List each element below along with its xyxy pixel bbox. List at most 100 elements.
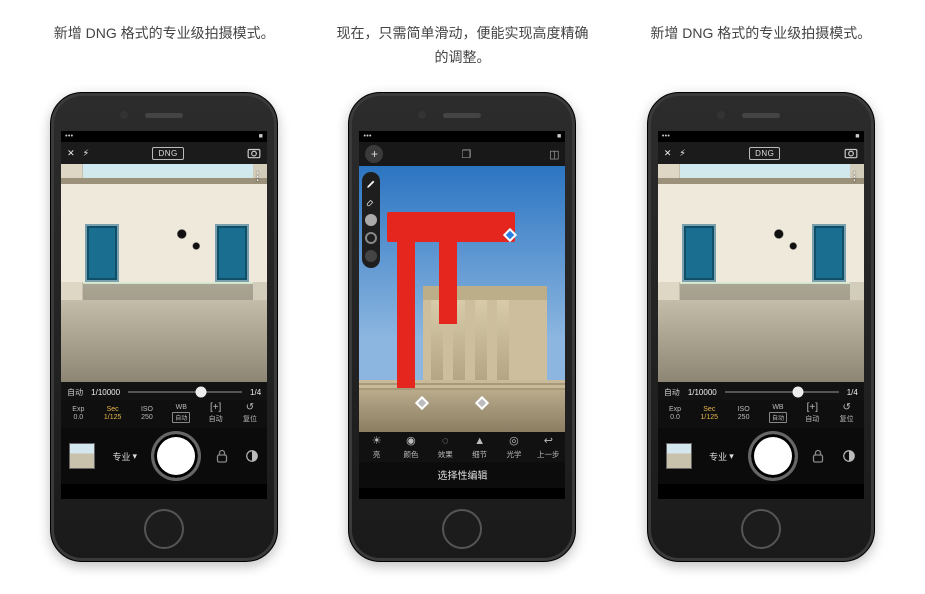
undo-icon: ↩ bbox=[544, 436, 553, 447]
last-photo-thumbnail[interactable] bbox=[69, 443, 95, 469]
mode-selector[interactable]: 专业 ▾ bbox=[113, 450, 138, 463]
color-icon: ◉ bbox=[406, 436, 416, 447]
param-reset[interactable]: ↺复位 bbox=[829, 400, 863, 428]
caption-middle: 现在，只需简单滑动，便能实现高度精确的调整。 bbox=[332, 22, 592, 76]
sun-icon: ☀ bbox=[372, 436, 382, 447]
mask-dot-ring-icon[interactable] bbox=[365, 232, 377, 244]
param-wb[interactable]: WB自动 bbox=[761, 400, 795, 428]
overflow-icon[interactable]: ⋮ bbox=[849, 170, 860, 183]
chevron-down-icon: ▾ bbox=[133, 451, 138, 462]
slider-max-value: 1/4 bbox=[847, 388, 858, 397]
mask-dot-solid-icon[interactable] bbox=[365, 214, 377, 226]
tab-optics[interactable]: ◎光学 bbox=[497, 436, 531, 460]
camera-bottom-bar: 专业 ▾ bbox=[658, 428, 864, 484]
param-exp[interactable]: Exp 0.0 bbox=[61, 400, 95, 428]
format-badge[interactable]: DNG bbox=[152, 147, 183, 160]
scene-door-left bbox=[682, 224, 716, 282]
overflow-icon[interactable]: ⋮ bbox=[252, 170, 263, 183]
lock-icon[interactable] bbox=[216, 449, 228, 463]
scene-preview bbox=[658, 164, 864, 382]
selection-mask[interactable] bbox=[439, 238, 457, 324]
param-reset[interactable]: ↺ 复位 bbox=[233, 400, 267, 428]
format-badge[interactable]: DNG bbox=[749, 147, 780, 160]
home-button[interactable] bbox=[442, 509, 482, 549]
reset-icon: ↺ bbox=[246, 403, 254, 413]
slider-max-value: 1/4 bbox=[250, 388, 261, 397]
shutter-slider[interactable] bbox=[128, 386, 242, 398]
param-row: Exp 0.0 Sec 1/125 ISO 250 WB 自动 bbox=[61, 400, 267, 428]
phone-front-camera bbox=[418, 111, 426, 119]
param-sec[interactable]: Sec 1/125 bbox=[95, 400, 129, 428]
param-iso[interactable]: ISO250 bbox=[726, 400, 760, 428]
scene-door-right bbox=[215, 224, 249, 282]
detail-icon: ▲ bbox=[474, 436, 485, 447]
compare-icon[interactable]: ❐ bbox=[461, 148, 471, 161]
slider-min-value: 1/10000 bbox=[688, 388, 717, 397]
mode-selector[interactable]: 专业 ▾ bbox=[709, 450, 734, 463]
tab-prev[interactable]: ↩上一步 bbox=[531, 436, 565, 460]
phone-shell: •••■ + ❐ ◫ bbox=[348, 92, 576, 562]
focus-icon: [+] bbox=[807, 403, 818, 413]
tool-rail bbox=[362, 172, 380, 268]
last-photo-thumbnail[interactable] bbox=[666, 443, 692, 469]
switch-camera-icon[interactable] bbox=[844, 147, 858, 159]
brush-tool-icon[interactable] bbox=[365, 178, 377, 190]
phone-speaker bbox=[145, 113, 183, 118]
viewfinder[interactable]: ⋮ bbox=[658, 164, 864, 382]
close-icon[interactable]: ✕ bbox=[67, 148, 75, 159]
param-sec[interactable]: Sec1/125 bbox=[692, 400, 726, 428]
lock-icon[interactable] bbox=[812, 449, 824, 463]
shutter-speed-strip: 自动 1/10000 1/4 bbox=[658, 382, 864, 400]
camera-facing-icon[interactable] bbox=[842, 449, 856, 463]
camera-screen: •••■ ✕ ⚡︎ DNG bbox=[658, 131, 864, 499]
slider-knob[interactable] bbox=[792, 387, 803, 398]
param-focus[interactable]: [+]自动 bbox=[795, 400, 829, 428]
param-exp[interactable]: Exp0.0 bbox=[658, 400, 692, 428]
eraser-tool-icon[interactable] bbox=[365, 196, 377, 208]
chevron-down-icon: ▾ bbox=[729, 451, 734, 462]
add-selection-button[interactable]: + bbox=[365, 145, 383, 163]
param-wb[interactable]: WB 自动 bbox=[164, 400, 198, 428]
crop-icon[interactable]: ◫ bbox=[549, 148, 559, 161]
phone-speaker bbox=[742, 113, 780, 118]
tab-effect[interactable]: ◌效果 bbox=[428, 436, 462, 460]
home-button[interactable] bbox=[144, 509, 184, 549]
shutter-button[interactable] bbox=[751, 434, 795, 478]
param-iso[interactable]: ISO 250 bbox=[130, 400, 164, 428]
home-button[interactable] bbox=[741, 509, 781, 549]
caption-right: 新增 DNG 格式的专业级拍摄模式。 bbox=[650, 22, 871, 76]
slider-knob[interactable] bbox=[196, 387, 207, 398]
scene-graffiti bbox=[768, 222, 804, 282]
tab-light[interactable]: ☀亮 bbox=[359, 436, 393, 460]
reset-icon: ↺ bbox=[842, 403, 850, 413]
status-bar: •••■ bbox=[658, 131, 864, 142]
close-icon[interactable]: ✕ bbox=[664, 148, 672, 159]
edit-canvas[interactable] bbox=[359, 166, 565, 432]
slider-auto-label: 自动 bbox=[664, 387, 680, 398]
camera-screen: •••■ ✕ ⚡︎ DNG bbox=[61, 131, 267, 499]
edit-screen: •••■ + ❐ ◫ bbox=[359, 131, 565, 499]
phone-front-camera bbox=[120, 111, 128, 119]
shutter-slider[interactable] bbox=[725, 386, 839, 398]
edit-mode-title: 选择性编辑 bbox=[359, 462, 565, 488]
edit-topbar: + ❐ ◫ bbox=[359, 142, 565, 166]
status-bar: •••■ bbox=[61, 131, 267, 142]
mask-dot-dark-icon[interactable] bbox=[365, 250, 377, 262]
flash-icon[interactable]: ⚡︎ bbox=[679, 148, 685, 159]
camera-facing-icon[interactable] bbox=[245, 449, 259, 463]
param-focus[interactable]: [+] 自动 bbox=[198, 400, 232, 428]
switch-camera-icon[interactable] bbox=[247, 147, 261, 159]
optics-icon: ◎ bbox=[509, 436, 519, 447]
scene-preview bbox=[61, 164, 267, 382]
slider-auto-label: 自动 bbox=[67, 387, 83, 398]
tab-detail[interactable]: ▲细节 bbox=[462, 436, 496, 460]
caption-left: 新增 DNG 格式的专业级拍摄模式。 bbox=[54, 22, 275, 76]
edit-tab-strip: ☀亮 ◉颜色 ◌效果 ▲细节 ◎光学 ↩上一步 bbox=[359, 432, 565, 462]
flash-icon[interactable]: ⚡︎ bbox=[83, 148, 89, 159]
selection-mask[interactable] bbox=[397, 238, 415, 388]
tab-color[interactable]: ◉颜色 bbox=[394, 436, 428, 460]
scene-graffiti bbox=[171, 222, 207, 282]
shutter-button[interactable] bbox=[154, 434, 198, 478]
viewfinder[interactable]: ⋮ bbox=[61, 164, 267, 382]
scene-door-right bbox=[812, 224, 846, 282]
